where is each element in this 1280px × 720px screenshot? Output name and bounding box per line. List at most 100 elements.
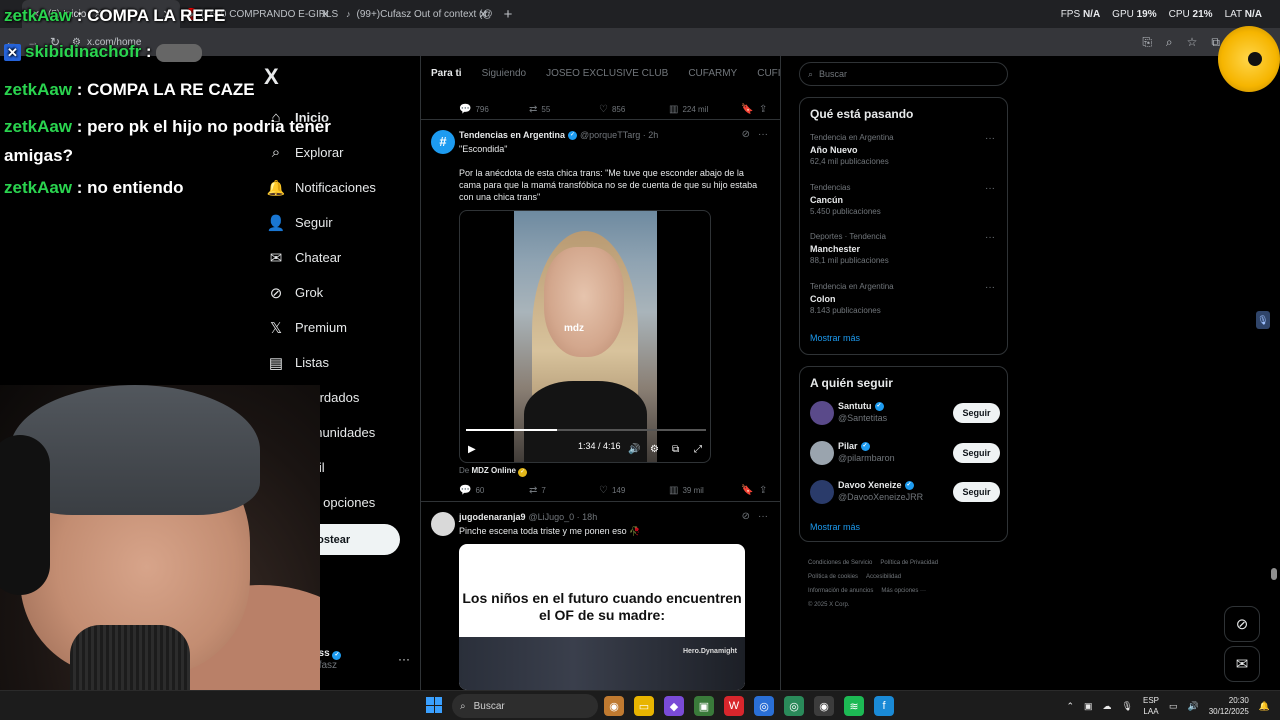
- footer-link[interactable]: © 2025 X Corp.: [808, 602, 849, 608]
- like-action[interactable]: ♡ 149: [599, 485, 669, 496]
- timeline-tab[interactable]: CUFARMY: [678, 68, 747, 79]
- spotify-icon[interactable]: ≋: [844, 696, 864, 716]
- copilot-icon[interactable]: ◆: [664, 696, 684, 716]
- search-placeholder[interactable]: Buscar: [819, 69, 847, 79]
- bookmark-star-icon[interactable]: ☆: [1187, 35, 1198, 49]
- avatar[interactable]: [810, 401, 834, 425]
- account-more-icon[interactable]: ···: [398, 652, 410, 666]
- chrome-icon[interactable]: ◎: [754, 696, 774, 716]
- fullscreen-icon[interactable]: ⤢: [694, 444, 702, 455]
- tweet[interactable]: # Tendencias en Argentina ✓ @porqueTTarg…: [421, 120, 780, 502]
- new-tab-button[interactable]: +: [496, 6, 520, 23]
- file-explorer-icon[interactable]: ▭: [634, 696, 654, 716]
- timeline-tab[interactable]: CUFISTAS: [747, 68, 780, 79]
- timeline-tab[interactable]: JOSEO EXCLUSIVE CLUB: [536, 68, 678, 79]
- follow-button[interactable]: Seguir: [953, 403, 1000, 423]
- repost-action[interactable]: ⇄ 55: [529, 104, 599, 115]
- side-mic-icon[interactable]: 🎙: [1256, 311, 1270, 329]
- grok-icon[interactable]: ⊘: [742, 129, 750, 140]
- bookmark-action[interactable]: 🔖: [741, 104, 759, 115]
- footer-link[interactable]: Política de Privacidad: [880, 560, 938, 566]
- avatar[interactable]: [431, 512, 455, 536]
- settings-icon[interactable]: ⚙: [650, 444, 659, 455]
- video-player[interactable]: mdz ▶ 🔊 ⚙ ⧉ ⤢ 1:34 / 4:16: [459, 210, 711, 463]
- trend-more-icon[interactable]: ···: [985, 133, 995, 144]
- tray-mic-icon[interactable]: 🎙: [1122, 701, 1133, 712]
- reply-action[interactable]: 💬 60: [459, 485, 529, 496]
- avatar[interactable]: #: [431, 130, 455, 154]
- grok-float-button[interactable]: ⊘: [1224, 606, 1260, 642]
- avatar[interactable]: [810, 441, 834, 465]
- nav-item-seguir[interactable]: 👤 Seguir: [266, 205, 376, 240]
- trend-more-icon[interactable]: ···: [985, 183, 995, 194]
- tray-app-icon[interactable]: ▣: [1084, 701, 1093, 712]
- messages-float-button[interactable]: ✉: [1224, 646, 1260, 682]
- taskbar-search[interactable]: ⌕ Buscar: [452, 694, 598, 718]
- tray-chevron-icon[interactable]: ⌃: [1066, 701, 1074, 712]
- wps-icon[interactable]: W: [724, 696, 744, 716]
- x-logo-icon[interactable]: X: [264, 64, 279, 90]
- tweet-image[interactable]: Los niños en el futuro cuando encuentren…: [459, 544, 745, 690]
- source-name[interactable]: MDZ Online: [471, 466, 515, 475]
- monitor-icon[interactable]: ▭: [1169, 701, 1178, 712]
- follow-button[interactable]: Seguir: [953, 482, 1000, 502]
- follow-suggestion[interactable]: Davoo Xeneize ✓ @DavooXeneizeJRR Seguir: [810, 478, 1000, 506]
- app-f-icon[interactable]: f: [874, 696, 894, 716]
- nav-item-premium[interactable]: 𝕏 Premium: [266, 310, 376, 345]
- tab-close-icon[interactable]: ✕: [479, 8, 488, 21]
- obs-icon[interactable]: ◉: [814, 696, 834, 716]
- reply-action[interactable]: 💬 796: [459, 104, 529, 115]
- play-icon[interactable]: ▶: [468, 444, 476, 455]
- author-handle[interactable]: @porqueTTarg · 2h: [580, 130, 658, 140]
- install-app-icon[interactable]: ⎘: [1142, 35, 1152, 50]
- follow-suggestion[interactable]: Pilar ✓ @pilarmbaron Seguir: [810, 439, 1000, 467]
- more-icon[interactable]: ···: [758, 511, 768, 522]
- views-action[interactable]: ▥ 224 mil: [669, 104, 741, 115]
- author-handle[interactable]: @LiJugo_0 · 18h: [529, 512, 598, 522]
- search-box[interactable]: ⌕ Buscar: [799, 62, 1008, 86]
- views-action[interactable]: ▥ 39 mil: [669, 485, 741, 496]
- video-progress-bar[interactable]: [466, 429, 706, 431]
- volume-icon[interactable]: 🔊: [1188, 701, 1199, 712]
- nav-item-chatear[interactable]: ✉ Chatear: [266, 240, 376, 275]
- footer-link[interactable]: Accesibilidad: [866, 574, 901, 580]
- clock[interactable]: 20:30 30/12/2025: [1209, 695, 1249, 717]
- chrome-profile-icon[interactable]: ◎: [784, 696, 804, 716]
- pip-icon[interactable]: ⧉: [672, 444, 679, 455]
- more-icon[interactable]: ···: [758, 129, 768, 140]
- trend-item[interactable]: Deportes · Tendencia Manchester 88,1 mil p…: [810, 231, 889, 267]
- author-name[interactable]: Tendencias en Argentina: [459, 130, 565, 140]
- tweet[interactable]: jugodenaranja9 @LiJugo_0 · 18h ⊘ ··· Pin…: [421, 502, 780, 690]
- trend-item[interactable]: Tendencia en Argentina Colon 8.143 publica…: [810, 281, 894, 317]
- nav-item-notificaciones[interactable]: 🔔 Notificaciones: [266, 170, 376, 205]
- windows-start-icon[interactable]: [426, 697, 442, 713]
- share-action[interactable]: ⇪: [759, 485, 767, 496]
- timeline-tab[interactable]: Para ti: [421, 68, 472, 79]
- footer-link[interactable]: Información de anuncios: [808, 588, 873, 594]
- footer-link[interactable]: Política de cookies: [808, 574, 858, 580]
- author-name[interactable]: jugodenaranja9: [459, 512, 526, 522]
- trend-item[interactable]: Tendencia en Argentina Año Nuevo 62,4 mil …: [810, 132, 894, 168]
- notification-bell-icon[interactable]: 🔔: [1259, 701, 1270, 712]
- trend-more-icon[interactable]: ···: [985, 232, 995, 243]
- footer-link[interactable]: Más opciones ···: [881, 588, 926, 594]
- nav-item-grok[interactable]: ⊘ Grok: [266, 275, 376, 310]
- timeline-tab[interactable]: Siguiendo: [472, 68, 536, 79]
- repost-action[interactable]: ⇄ 7: [529, 485, 599, 496]
- taskbar-search-placeholder[interactable]: Buscar: [474, 701, 505, 712]
- tab-tiktok[interactable]: ♪ (99+)Cufasz Out of context (@ ✕: [338, 0, 496, 28]
- follow-suggestion[interactable]: Santutu ✓ @Santetitas Seguir: [810, 399, 1000, 427]
- food-widget-icon[interactable]: ◉: [604, 696, 624, 716]
- follow-button[interactable]: Seguir: [953, 443, 1000, 463]
- nav-item-listas[interactable]: ▤ Listas: [266, 345, 376, 380]
- tray-network-app-icon[interactable]: ☁: [1103, 701, 1112, 712]
- zoom-icon[interactable]: ⌕: [1166, 35, 1173, 50]
- like-action[interactable]: ♡ 856: [599, 104, 669, 115]
- bookmark-action[interactable]: 🔖: [741, 485, 759, 496]
- trend-item[interactable]: Tendencias Cancún 5.450 publicaciones: [810, 182, 881, 218]
- language-indicator[interactable]: ESP LAA: [1143, 695, 1159, 717]
- follow-show-more[interactable]: Mostrar más: [810, 522, 860, 532]
- trends-show-more[interactable]: Mostrar más: [810, 333, 860, 343]
- grok-icon[interactable]: ⊘: [742, 511, 750, 522]
- footer-link[interactable]: Condiciones de Servicio: [808, 560, 872, 566]
